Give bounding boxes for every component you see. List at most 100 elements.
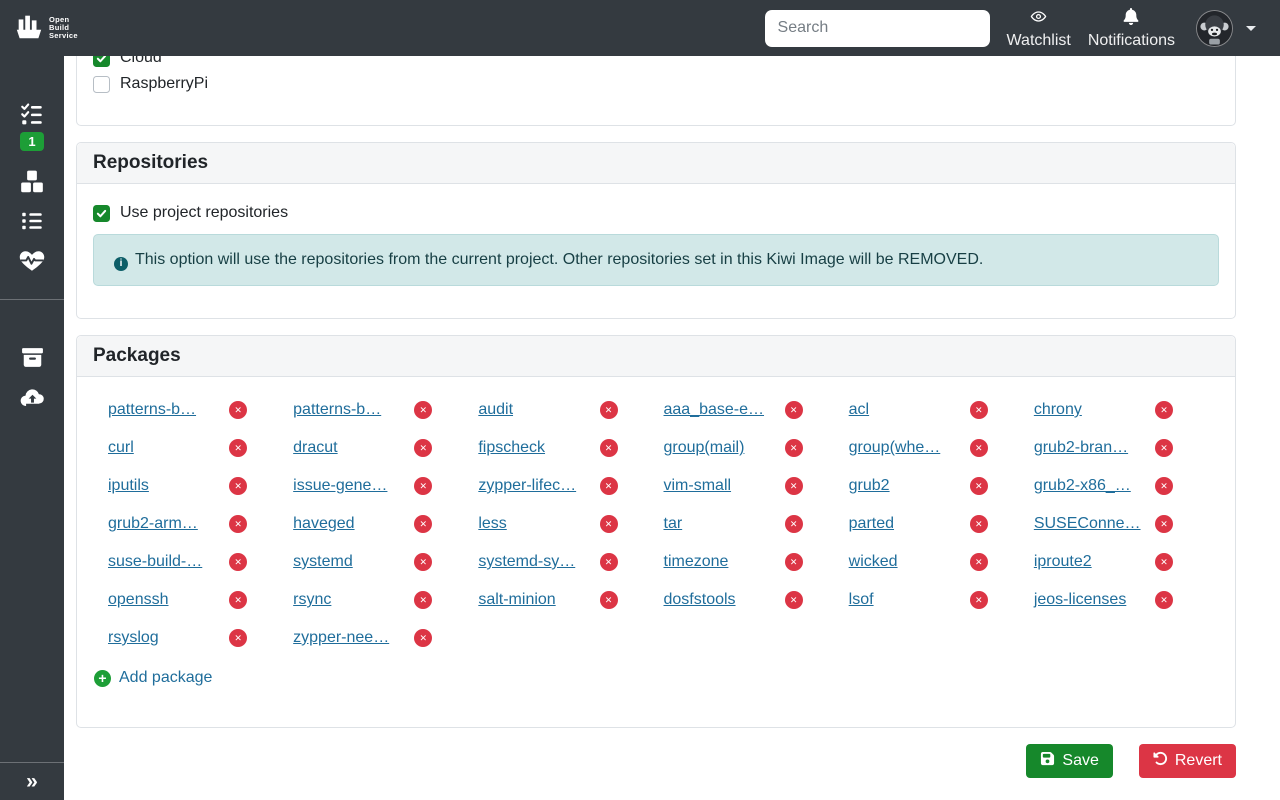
delete-package-icon[interactable]: ✕ (229, 629, 247, 647)
package-link[interactable]: less (478, 515, 506, 533)
delete-package-icon[interactable]: ✕ (414, 401, 432, 419)
cloud-upload-icon[interactable] (19, 384, 46, 411)
user-menu[interactable] (1196, 10, 1256, 47)
delete-package-icon[interactable]: ✕ (414, 591, 432, 609)
delete-package-icon[interactable]: ✕ (970, 477, 988, 495)
package-link[interactable]: SUSEConne… (1034, 515, 1141, 533)
list-icon[interactable] (19, 208, 45, 234)
package-link[interactable]: group(whe… (849, 439, 941, 457)
package-link[interactable]: acl (849, 401, 869, 419)
package-link[interactable]: dosfstools (664, 591, 736, 609)
cubes-icon[interactable] (19, 169, 45, 195)
delete-package-icon[interactable]: ✕ (1155, 477, 1173, 495)
package-link[interactable]: vim-small (664, 477, 732, 495)
delete-package-icon[interactable]: ✕ (229, 439, 247, 457)
notifications-button[interactable]: Notifications (1088, 8, 1175, 49)
delete-package-icon[interactable]: ✕ (414, 553, 432, 571)
delete-package-icon[interactable]: ✕ (785, 591, 803, 609)
package-link[interactable]: systemd-sy… (478, 553, 575, 571)
package-link[interactable]: openssh (108, 591, 169, 609)
package-item: patterns-b… ✕ (108, 391, 293, 429)
delete-package-icon[interactable]: ✕ (1155, 591, 1173, 609)
delete-package-icon[interactable]: ✕ (1155, 401, 1173, 419)
watchlist-button[interactable]: Watchlist (1007, 8, 1071, 49)
package-link[interactable]: iproute2 (1034, 553, 1092, 571)
package-link[interactable]: patterns-b… (108, 401, 196, 419)
package-link[interactable]: zypper-nee… (293, 629, 389, 647)
delete-package-icon[interactable]: ✕ (1155, 439, 1173, 457)
delete-package-icon[interactable]: ✕ (229, 477, 247, 495)
revert-button[interactable]: Revert (1139, 744, 1236, 778)
checklist-icon[interactable] (19, 101, 45, 127)
delete-package-icon[interactable]: ✕ (785, 515, 803, 533)
obs-logo[interactable]: Open Build Service (14, 11, 78, 46)
package-item: grub2-bran… ✕ (1034, 429, 1219, 467)
delete-package-icon[interactable]: ✕ (600, 401, 618, 419)
delete-package-icon[interactable]: ✕ (600, 591, 618, 609)
delete-package-icon[interactable]: ✕ (600, 477, 618, 495)
package-link[interactable]: aaa_base-e… (664, 401, 765, 419)
package-link[interactable]: curl (108, 439, 134, 457)
package-link[interactable]: iputils (108, 477, 149, 495)
package-link[interactable]: systemd (293, 553, 353, 571)
package-link[interactable]: rsyslog (108, 629, 159, 647)
collapse-sidebar-icon[interactable]: » (0, 762, 64, 800)
delete-package-icon[interactable]: ✕ (600, 515, 618, 533)
package-item: vim-small ✕ (664, 467, 849, 505)
add-package-button[interactable]: + Add package (94, 669, 1219, 687)
delete-package-icon[interactable]: ✕ (414, 439, 432, 457)
package-link[interactable]: timezone (664, 553, 729, 571)
delete-package-icon[interactable]: ✕ (229, 515, 247, 533)
delete-package-icon[interactable]: ✕ (229, 591, 247, 609)
delete-package-icon[interactable]: ✕ (970, 591, 988, 609)
package-link[interactable]: tar (664, 515, 683, 533)
search-input[interactable] (765, 10, 990, 47)
heart-pulse-icon[interactable] (19, 248, 45, 274)
package-link[interactable]: suse-build-… (108, 553, 202, 571)
delete-package-icon[interactable]: ✕ (229, 553, 247, 571)
package-link[interactable]: patterns-b… (293, 401, 381, 419)
delete-package-icon[interactable]: ✕ (785, 477, 803, 495)
package-item: jeos-licenses ✕ (1034, 581, 1219, 619)
use-project-repositories-checkbox[interactable]: Use project repositories (93, 200, 1219, 226)
package-link[interactable]: grub2 (849, 477, 890, 495)
delete-package-icon[interactable]: ✕ (970, 553, 988, 571)
package-link[interactable]: wicked (849, 553, 898, 571)
package-link[interactable]: group(mail) (664, 439, 745, 457)
package-link[interactable]: salt-minion (478, 591, 555, 609)
package-item: wicked ✕ (849, 543, 1034, 581)
package-link[interactable]: grub2-arm… (108, 515, 198, 533)
package-link[interactable]: audit (478, 401, 513, 419)
delete-package-icon[interactable]: ✕ (1155, 515, 1173, 533)
delete-package-icon[interactable]: ✕ (785, 401, 803, 419)
delete-package-icon[interactable]: ✕ (414, 515, 432, 533)
package-link[interactable]: haveged (293, 515, 354, 533)
delete-package-icon[interactable]: ✕ (600, 439, 618, 457)
package-link[interactable]: lsof (849, 591, 874, 609)
delete-package-icon[interactable]: ✕ (600, 553, 618, 571)
package-link[interactable]: rsync (293, 591, 331, 609)
package-link[interactable]: grub2-x86_… (1034, 477, 1131, 495)
package-link[interactable]: issue-gene… (293, 477, 387, 495)
package-link[interactable]: chrony (1034, 401, 1082, 419)
image-type-option[interactable]: RaspberryPi (93, 71, 1219, 97)
package-link[interactable]: dracut (293, 439, 337, 457)
delete-package-icon[interactable]: ✕ (970, 515, 988, 533)
tasks-count-badge[interactable]: 1 (20, 132, 43, 151)
save-button[interactable]: Save (1026, 744, 1112, 778)
package-link[interactable]: fipscheck (478, 439, 545, 457)
delete-package-icon[interactable]: ✕ (229, 401, 247, 419)
delete-package-icon[interactable]: ✕ (414, 629, 432, 647)
package-link[interactable]: jeos-licenses (1034, 591, 1126, 609)
delete-package-icon[interactable]: ✕ (785, 439, 803, 457)
package-link[interactable]: parted (849, 515, 894, 533)
archive-box-icon[interactable] (20, 345, 45, 370)
package-link[interactable]: grub2-bran… (1034, 439, 1128, 457)
delete-package-icon[interactable]: ✕ (970, 439, 988, 457)
delete-package-icon[interactable]: ✕ (1155, 553, 1173, 571)
delete-package-icon[interactable]: ✕ (414, 477, 432, 495)
package-link[interactable]: zypper-lifec… (478, 477, 576, 495)
actions-bar: Save Revert (76, 744, 1236, 778)
delete-package-icon[interactable]: ✕ (970, 401, 988, 419)
delete-package-icon[interactable]: ✕ (785, 553, 803, 571)
